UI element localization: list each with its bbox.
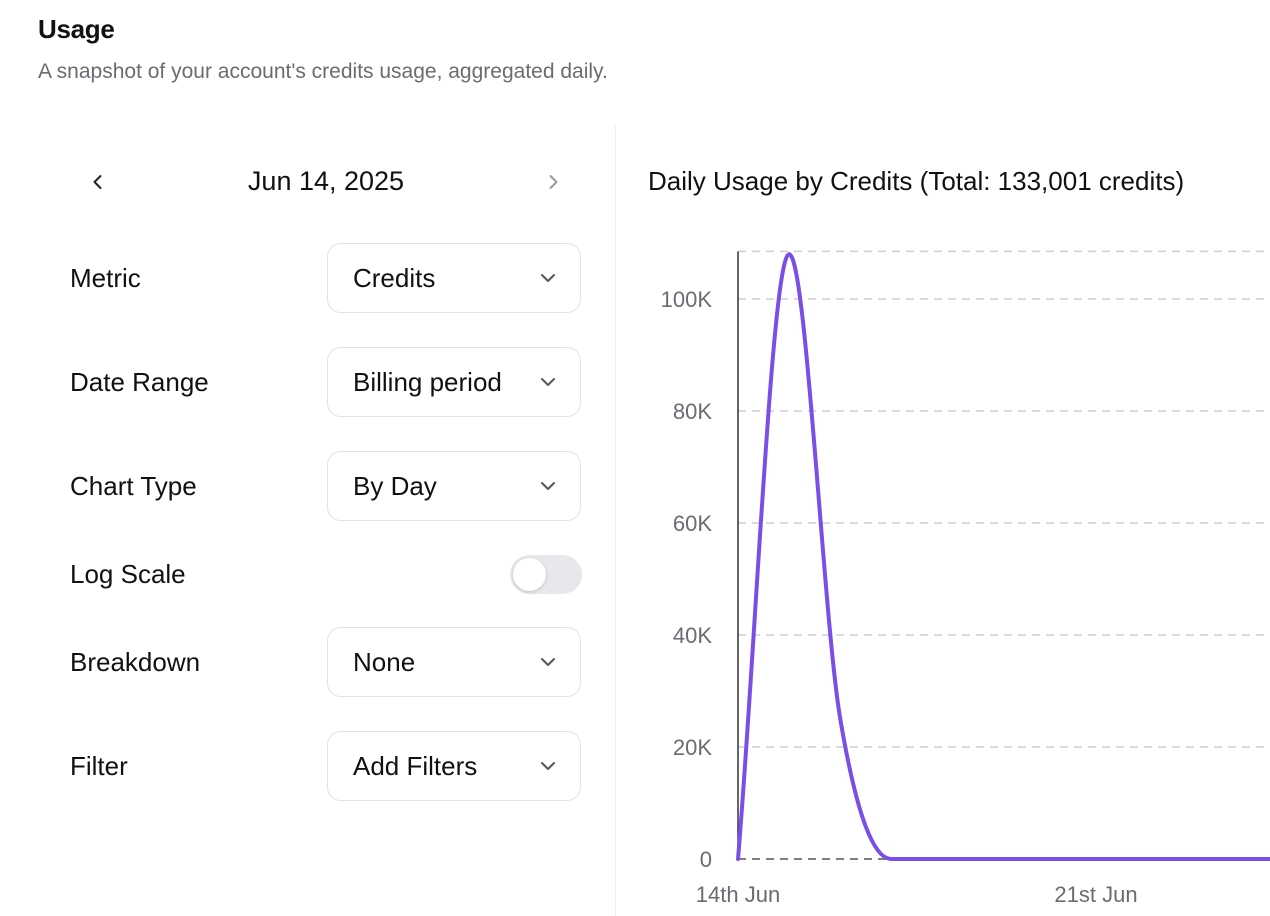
y-tick-label: 80K xyxy=(673,399,712,424)
usage-chart: 0 20K 40K 60K 80K 100K 14th Jun 21st Jun xyxy=(661,250,1270,907)
usage-page: Usage A snapshot of your account's credi… xyxy=(0,0,1270,916)
series-line xyxy=(736,252,1270,862)
y-tick-label: 100K xyxy=(661,287,713,312)
x-tick-label: 21st Jun xyxy=(1054,882,1137,907)
y-tick-label: 60K xyxy=(673,511,712,536)
y-tick-label: 0 xyxy=(700,847,712,872)
x-tick-label: 14th Jun xyxy=(696,882,780,907)
y-tick-label: 40K xyxy=(673,623,712,648)
y-tick-label: 20K xyxy=(673,735,712,760)
